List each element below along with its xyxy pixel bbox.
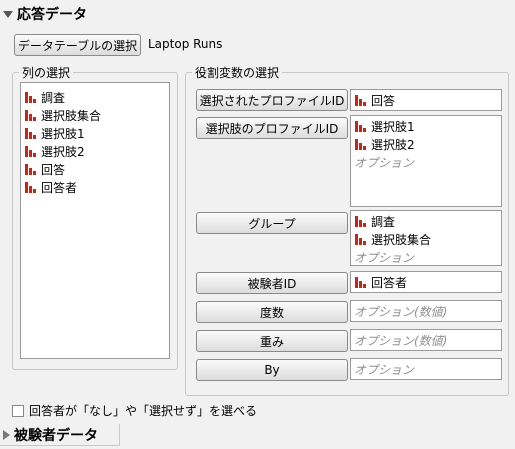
choice-profile-id-role[interactable]: 選択肢1 選択肢2 オプション <box>350 115 502 207</box>
table-name: Laptop Runs <box>148 37 223 51</box>
role-variables-legend: 役割変数の選択 <box>192 64 283 81</box>
role-placeholder: オプション(数値) <box>354 304 448 319</box>
none-option-checkbox[interactable] <box>12 404 24 417</box>
nominal-bar-icon <box>355 94 366 106</box>
response-outline-header[interactable]: 応答データ <box>0 3 515 25</box>
role-item[interactable]: 選択肢1 <box>351 117 501 135</box>
role-placeholder: オプション(数値) <box>354 333 448 348</box>
nominal-bar-icon <box>25 91 36 103</box>
nominal-bar-icon <box>25 109 36 121</box>
freq-role[interactable]: オプション(数値) <box>350 300 502 322</box>
chosen-profile-id-role[interactable]: 回答 <box>350 89 502 111</box>
choice-profile-id-button[interactable]: 選択肢のプロファイルID <box>196 117 348 139</box>
role-item[interactable]: 選択肢2 <box>351 135 501 153</box>
column-item[interactable]: 選択肢2 <box>21 142 169 160</box>
disclosure-closed-icon[interactable] <box>3 429 10 440</box>
role-item[interactable]: 選択肢集合 <box>351 230 501 248</box>
select-data-table-button[interactable]: データテーブルの選択 <box>14 34 141 56</box>
none-option-label: 回答者が「なし」や「選択せず」を選べる <box>29 404 258 418</box>
role-item[interactable]: 回答者 <box>351 273 501 291</box>
column-item[interactable]: 選択肢1 <box>21 124 169 142</box>
disclosure-open-icon[interactable] <box>3 10 13 18</box>
nominal-bar-icon <box>355 215 366 227</box>
column-item-label: 選択肢1 <box>41 126 85 141</box>
role-item-label: 回答者 <box>371 275 408 290</box>
nominal-bar-icon <box>355 138 366 150</box>
column-item[interactable]: 回答者 <box>21 178 169 196</box>
nominal-bar-icon <box>25 127 36 139</box>
column-list[interactable]: 調査 選択肢集合 選択肢1 選択肢2 回答 回答者 <box>20 82 170 359</box>
column-item[interactable]: 回答 <box>21 160 169 178</box>
role-item[interactable]: 回答 <box>351 91 501 109</box>
column-item-label: 回答 <box>41 162 66 177</box>
role-placeholder: オプション <box>354 155 415 170</box>
weight-role[interactable]: オプション(数値) <box>350 329 502 351</box>
column-select-legend: 列の選択 <box>19 64 74 81</box>
weight-button[interactable]: 重み <box>196 330 348 352</box>
none-option[interactable]: 回答者が「なし」や「選択せず」を選べる <box>12 402 257 419</box>
nominal-bar-icon <box>355 276 366 288</box>
role-item-label: 選択肢1 <box>371 119 415 134</box>
column-item-label: 選択肢2 <box>41 144 85 159</box>
column-item-label: 回答者 <box>41 180 78 195</box>
response-title: 応答データ <box>17 7 87 23</box>
nominal-bar-icon <box>25 163 36 175</box>
subject-id-button[interactable]: 被験者ID <box>196 272 348 294</box>
role-item-label: 選択肢集合 <box>371 232 432 247</box>
column-item[interactable]: 調査 <box>21 88 169 106</box>
nominal-bar-icon <box>25 181 36 193</box>
nominal-bar-icon <box>25 145 36 157</box>
role-item-label: 回答 <box>371 93 396 108</box>
subject-id-role[interactable]: 回答者 <box>350 271 502 293</box>
chosen-profile-id-button[interactable]: 選択されたプロファイルID <box>196 89 348 111</box>
by-button[interactable]: By <box>196 359 348 381</box>
subject-section-title: 被験者データ <box>14 427 98 444</box>
role-placeholder: オプション <box>354 250 415 265</box>
freq-button[interactable]: 度数 <box>196 301 348 323</box>
by-role[interactable]: オプション <box>350 358 502 380</box>
role-placeholder: オプション <box>354 362 415 377</box>
column-item-label: 選択肢集合 <box>41 108 102 123</box>
role-item[interactable]: 調査 <box>351 212 501 230</box>
column-item-label: 調査 <box>41 90 66 105</box>
column-select-group: 列の選択 調査 選択肢集合 選択肢1 選択肢2 回答 回答者 <box>12 64 178 370</box>
nominal-bar-icon <box>355 233 366 245</box>
subject-outline-header[interactable]: 被験者データ <box>0 424 120 446</box>
group-role[interactable]: 調査 選択肢集合 オプション <box>350 210 502 266</box>
nominal-bar-icon <box>355 120 366 132</box>
column-item[interactable]: 選択肢集合 <box>21 106 169 124</box>
role-item-label: 選択肢2 <box>371 137 415 152</box>
group-button[interactable]: グループ <box>196 212 348 234</box>
role-item-label: 調査 <box>371 214 396 229</box>
